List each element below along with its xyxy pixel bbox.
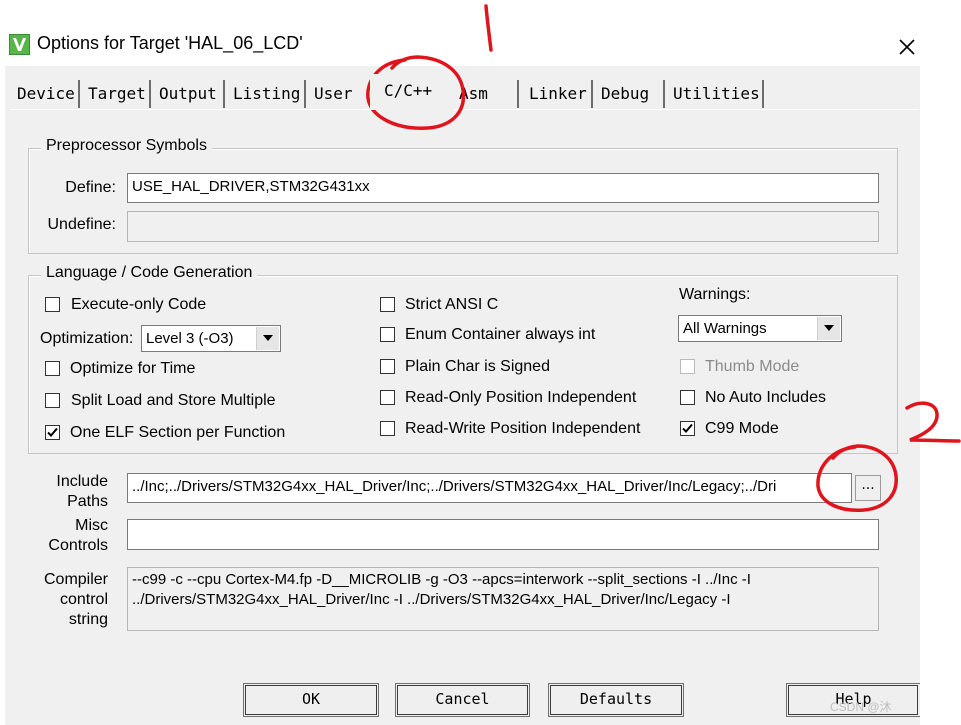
compiler-label-line3: string — [68, 611, 108, 628]
warnings-select[interactable]: All Warnings — [678, 315, 842, 342]
define-label: Define: — [65, 179, 116, 196]
c99-mode-label: C99 Mode — [705, 420, 779, 437]
one-elf-checkbox[interactable] — [45, 425, 60, 440]
misc-controls-label: Misc Controls — [40, 516, 108, 556]
rw-pos-indep-checkbox[interactable] — [380, 421, 395, 436]
thumb-mode-checkbox — [680, 359, 695, 374]
tab-device[interactable]: Device — [10, 80, 80, 108]
tab-linker[interactable]: Linker — [522, 80, 593, 108]
rw-pos-indep-label: Read-Write Position Independent — [405, 420, 641, 437]
one-elf-label: One ELF Section per Function — [70, 424, 286, 441]
c99-mode-checkbox[interactable] — [680, 421, 695, 436]
compiler-label-line1: Compiler — [43, 571, 108, 588]
misc-label-line2: Controls — [48, 537, 108, 554]
close-icon[interactable] — [894, 34, 920, 60]
undefine-label: Undefine: — [47, 216, 117, 233]
strict-ansi-label: Strict ANSI C — [405, 296, 499, 313]
ok-button[interactable]: OK — [243, 683, 379, 717]
window-title: Options for Target 'HAL_06_LCD' — [37, 33, 303, 53]
include-label-line2: Paths — [67, 493, 108, 510]
enum-container-checkbox[interactable] — [380, 327, 395, 342]
warnings-label: Warnings: — [679, 286, 751, 303]
misc-controls-input[interactable] — [127, 519, 879, 550]
ro-pos-indep-label: Read-Only Position Independent — [405, 389, 637, 406]
include-label-line1: Include — [56, 473, 108, 490]
include-paths-input[interactable]: ../Inc;../Drivers/STM32G4xx_HAL_Driver/I… — [127, 473, 852, 503]
tab-asm[interactable]: Asm — [452, 80, 519, 108]
split-load-label: Split Load and Store Multiple — [71, 392, 276, 409]
optimization-value: Level 3 (-O3) — [146, 330, 234, 347]
no-auto-includes-label: No Auto Includes — [705, 389, 826, 406]
execute-only-label: Execute-only Code — [71, 296, 207, 313]
cancel-button[interactable]: Cancel — [395, 683, 530, 717]
plain-char-label: Plain Char is Signed — [405, 358, 550, 375]
preprocessor-group-title: Preprocessor Symbols — [41, 137, 212, 155]
tab-output[interactable]: Output — [152, 80, 225, 108]
optimize-time-label: Optimize for Time — [70, 360, 196, 377]
optimization-select[interactable]: Level 3 (-O3) — [141, 325, 281, 352]
tab-target[interactable]: Target — [81, 80, 151, 108]
compiler-string-field[interactable]: --c99 -c --cpu Cortex-M4.fp -D__MICROLIB… — [127, 567, 879, 631]
plain-char-checkbox[interactable] — [380, 359, 395, 374]
ro-pos-indep-checkbox[interactable] — [380, 390, 395, 405]
warnings-value: All Warnings — [683, 320, 767, 337]
optimization-label: Optimization: — [40, 330, 134, 347]
tab-utilities[interactable]: Utilities — [666, 80, 764, 108]
no-auto-includes-checkbox[interactable] — [680, 390, 695, 405]
thumb-mode-label: Thumb Mode — [705, 358, 800, 375]
tab-listing[interactable]: Listing — [226, 80, 306, 108]
tab-c-cpp[interactable]: C/C++ — [370, 74, 454, 110]
misc-label-line1: Misc — [75, 517, 108, 534]
compiler-label-line2: control — [59, 591, 108, 608]
check-icon — [682, 423, 693, 433]
csdn-watermark: CSDN @沐 — [830, 700, 892, 714]
strict-ansi-checkbox[interactable] — [380, 297, 395, 312]
enum-container-label: Enum Container always int — [405, 326, 596, 343]
include-paths-browse-button[interactable]: ... — [855, 475, 881, 501]
check-icon — [47, 427, 58, 437]
split-load-checkbox[interactable] — [45, 393, 60, 408]
tab-debug[interactable]: Debug — [594, 80, 665, 108]
language-group-title: Language / Code Generation — [41, 264, 258, 282]
keil-app-icon — [9, 34, 30, 55]
include-paths-label: Include Paths — [40, 472, 108, 512]
undefine-input[interactable] — [127, 211, 879, 242]
options-dialog: Options for Target 'HAL_06_LCD' Device T… — [0, 0, 961, 725]
chevron-down-icon[interactable] — [817, 317, 840, 340]
define-input[interactable]: USE_HAL_DRIVER,STM32G431xx — [127, 173, 879, 203]
compiler-string-label: Compiler control string — [40, 570, 108, 630]
optimize-time-checkbox[interactable] — [45, 361, 60, 376]
title-bar[interactable]: Options for Target 'HAL_06_LCD' — [0, 0, 961, 66]
chevron-down-icon[interactable] — [256, 327, 279, 350]
defaults-button[interactable]: Defaults — [548, 683, 684, 717]
tab-user[interactable]: User — [307, 80, 367, 108]
execute-only-checkbox[interactable] — [45, 297, 60, 312]
